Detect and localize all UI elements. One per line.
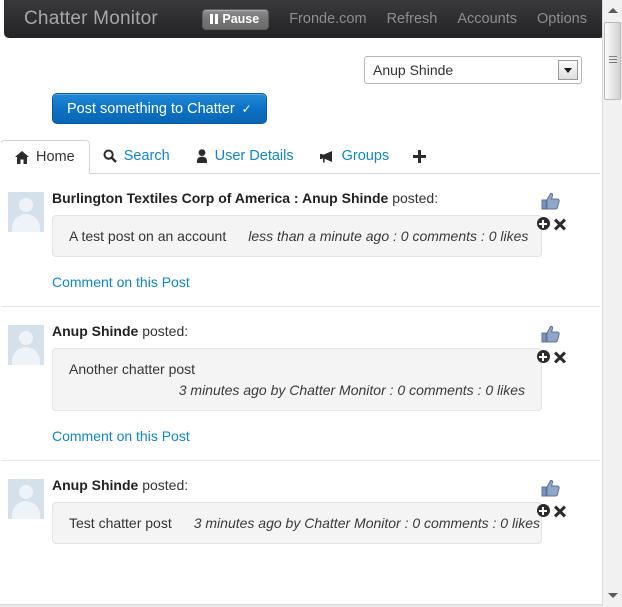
tab-search-label: Search	[123, 148, 170, 164]
feed-post: Anup Shinde posted: Test chatter post 3 …	[0, 461, 600, 544]
avatar	[8, 479, 44, 519]
post-meta: 3 minutes ago by Chatter Monitor : 0 com…	[178, 382, 525, 398]
post-bubble: A test post on an account less than a mi…	[52, 215, 542, 257]
triangle-down-icon	[607, 592, 618, 598]
account-select-arrow[interactable]	[558, 60, 578, 80]
app-title: Chatter Monitor	[24, 8, 158, 29]
thumbs-up-icon[interactable]	[534, 325, 568, 349]
post-header: Anup Shinde posted:	[52, 323, 600, 348]
chevron-down-icon	[564, 67, 572, 73]
tab-bar: Home Search User Details Groups	[0, 140, 600, 174]
comment-on-post-link[interactable]: Comment on this Post	[52, 428, 190, 444]
post-meta: less than a minute ago : 0 comments : 0 …	[248, 228, 529, 244]
post-bubble: Test chatter post 3 minutes ago by Chatt…	[52, 502, 542, 544]
post-header: Anup Shinde posted:	[52, 477, 600, 502]
chatter-monitor-window: Chatter Monitor Pause Fronde.com Refresh…	[0, 0, 622, 607]
close-icon[interactable]	[553, 504, 566, 518]
post-author: Anup Shinde	[52, 323, 139, 339]
chatter-feed: Burlington Textiles Corp of America : An…	[0, 174, 600, 604]
pause-button-label: Pause	[222, 11, 260, 26]
avatar	[8, 325, 44, 365]
megaphone-icon	[319, 150, 335, 163]
tab-search[interactable]: Search	[90, 139, 183, 173]
nav-options[interactable]: Options	[537, 11, 587, 27]
post-author: Anup Shinde	[52, 477, 139, 493]
comment-on-post-link[interactable]: Comment on this Post	[52, 274, 190, 290]
vertical-scrollbar[interactable]	[602, 0, 622, 607]
pause-icon	[210, 13, 219, 24]
post-posted-label: posted:	[142, 323, 189, 339]
window-left-edge	[0, 38, 1, 604]
nav-accounts[interactable]: Accounts	[457, 11, 517, 27]
account-select[interactable]: Anup Shinde	[364, 56, 582, 84]
account-select-row: Anup Shinde	[0, 56, 600, 84]
home-icon	[15, 150, 29, 164]
feed-post: Burlington Textiles Corp of America : An…	[0, 174, 600, 307]
circle-plus-icon[interactable]	[536, 504, 550, 517]
tab-home-label: Home	[36, 149, 75, 165]
thumbs-up-icon[interactable]	[534, 192, 568, 216]
user-icon	[196, 149, 208, 163]
pause-button[interactable]: Pause	[202, 8, 270, 30]
nav-refresh[interactable]: Refresh	[387, 11, 438, 27]
avatar	[8, 192, 44, 232]
post-posted-label: posted:	[392, 190, 439, 206]
thumbs-up-icon[interactable]	[534, 479, 568, 503]
post-body: A test post on an account	[69, 228, 227, 244]
tab-home[interactable]: Home	[0, 140, 90, 174]
tab-user-details[interactable]: User Details	[183, 139, 307, 173]
app-header: Chatter Monitor Pause Fronde.com Refresh…	[4, 0, 605, 38]
post-body: Another chatter post	[69, 361, 196, 377]
add-tab-button[interactable]	[402, 139, 436, 173]
post-to-chatter-button[interactable]: Post something to Chatter ✓	[52, 93, 267, 124]
circle-plus-icon[interactable]	[536, 217, 550, 230]
post-actions	[534, 479, 568, 518]
tab-groups[interactable]: Groups	[307, 139, 403, 173]
post-actions	[534, 325, 568, 364]
chevron-down-icon: ✓	[241, 101, 252, 116]
post-actions	[534, 192, 568, 231]
post-bubble: Another chatter post 3 minutes ago by Ch…	[52, 348, 542, 411]
post-author: Anup Shinde	[301, 190, 389, 206]
post-meta: 3 minutes ago by Chatter Monitor : 0 com…	[193, 515, 540, 531]
close-icon[interactable]	[553, 217, 566, 231]
circle-plus-icon[interactable]	[536, 350, 550, 363]
header-nav: Pause Fronde.com Refresh Accounts Option…	[202, 8, 587, 30]
scroll-down-button[interactable]	[603, 585, 622, 605]
triangle-up-icon	[607, 7, 618, 13]
close-icon[interactable]	[553, 350, 566, 364]
nav-fronde[interactable]: Fronde.com	[289, 11, 366, 27]
post-posted-label: posted:	[142, 477, 189, 493]
scroll-thumb[interactable]	[604, 22, 621, 100]
tab-user-details-label: User Details	[214, 148, 294, 164]
post-body: Test chatter post	[69, 515, 172, 531]
tab-groups-label: Groups	[341, 148, 390, 164]
account-select-value: Anup Shinde	[373, 62, 454, 78]
scroll-thumb-grip	[609, 56, 617, 65]
post-account: Burlington Textiles Corp of America	[52, 190, 291, 206]
search-icon	[103, 149, 117, 163]
post-header: Burlington Textiles Corp of America : An…	[52, 190, 600, 215]
post-to-chatter-label: Post something to Chatter	[67, 100, 235, 117]
post-separator: :	[293, 190, 302, 206]
plus-icon	[412, 149, 426, 163]
scroll-up-button[interactable]	[603, 0, 622, 20]
feed-post: Anup Shinde posted: Another chatter post…	[0, 307, 600, 461]
